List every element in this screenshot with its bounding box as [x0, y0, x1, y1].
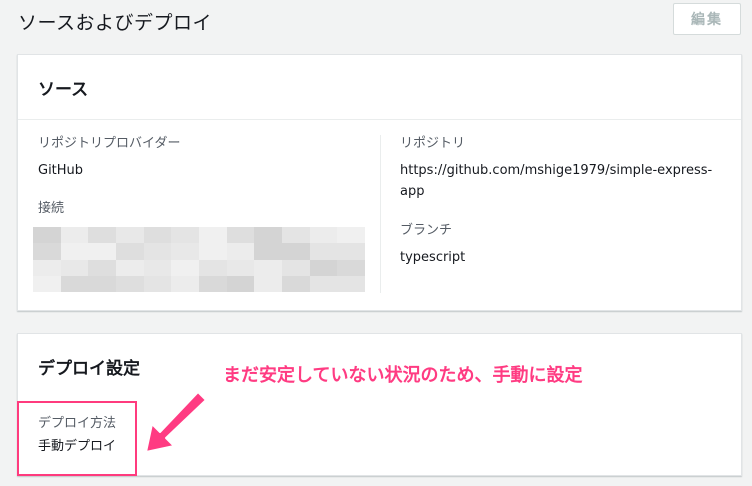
mosaic-cell	[143, 227, 172, 244]
deploy-method-label: デプロイ方法	[38, 416, 117, 431]
mosaic-cell	[60, 227, 89, 244]
mosaic-cell	[60, 243, 89, 260]
mosaic-cell	[171, 243, 199, 260]
mosaic-cell	[88, 243, 116, 260]
mosaic-cell	[171, 275, 199, 292]
mosaic-cell	[198, 227, 227, 244]
mosaic-cell	[337, 243, 365, 260]
source-left-column: リポジトリプロバイダー GitHub 接続	[38, 135, 378, 218]
mosaic-cell	[281, 259, 310, 276]
source-panel-title: ソース	[18, 55, 741, 120]
mosaic-cell	[143, 243, 172, 260]
mosaic-cell	[309, 275, 338, 292]
annotation-arrow-icon	[145, 391, 207, 453]
connection-value-redacted	[33, 227, 365, 292]
branch-value: typescript	[400, 250, 466, 265]
mosaic-cell	[115, 275, 144, 292]
mosaic-cell	[33, 227, 61, 244]
mosaic-cell	[226, 227, 255, 244]
mosaic-cell	[88, 227, 116, 244]
mosaic-cell	[171, 259, 199, 276]
mosaic-cell	[281, 275, 310, 292]
edit-button[interactable]: 編集	[673, 3, 741, 35]
deploy-method-field: デプロイ方法 手動デプロイ	[38, 415, 116, 457]
provider-label: リポジトリプロバイダー	[38, 136, 181, 151]
mosaic-cell	[143, 275, 172, 292]
mosaic-cell	[309, 243, 338, 260]
mosaic-cell	[143, 259, 172, 276]
provider-value: GitHub	[38, 163, 84, 178]
source-right-column: リポジトリ https://github.com/mshige1979/simp…	[400, 135, 730, 268]
mosaic-cell	[226, 275, 255, 292]
mosaic-cell	[254, 275, 282, 292]
mosaic-cell	[33, 275, 61, 292]
mosaic-cell	[198, 275, 227, 292]
mosaic-cell	[226, 259, 255, 276]
connection-label: 接続	[38, 201, 65, 216]
deploy-method-value: 手動デプロイ	[38, 439, 117, 454]
mosaic-cell	[115, 243, 144, 260]
page: ソースおよびデプロイ 編集 ソース リポジトリプロバイダー GitHub 接続 …	[0, 0, 752, 486]
mosaic-cell	[337, 259, 365, 276]
mosaic-cell	[281, 243, 310, 260]
mosaic-cell	[337, 275, 365, 292]
mosaic-cell	[115, 259, 144, 276]
mosaic-cell	[226, 243, 255, 260]
repository-label: リポジトリ	[400, 136, 466, 151]
annotation-text: まだ安定していない状況のため、手動に設定	[223, 365, 583, 386]
mosaic-cell	[88, 259, 116, 276]
mosaic-cell	[88, 275, 116, 292]
mosaic-cell	[60, 275, 89, 292]
mosaic-cell	[254, 259, 282, 276]
mosaic-cell	[33, 259, 61, 276]
mosaic-cell	[171, 227, 199, 244]
mosaic-cell	[115, 227, 144, 244]
repository-value: https://github.com/mshige1979/simple-exp…	[400, 163, 713, 199]
column-divider	[380, 135, 381, 293]
mosaic-cell	[281, 227, 310, 244]
mosaic-cell	[60, 259, 89, 276]
branch-label: ブランチ	[400, 223, 453, 238]
mosaic-cell	[309, 259, 338, 276]
source-panel: ソース リポジトリプロバイダー GitHub 接続 リポジトリ https://…	[17, 54, 742, 311]
page-title: ソースおよびデプロイ	[18, 12, 213, 34]
mosaic-cell	[33, 243, 61, 260]
mosaic-cell	[337, 227, 365, 244]
mosaic-cell	[309, 227, 338, 244]
mosaic-cell	[254, 227, 282, 244]
mosaic-cell	[198, 243, 227, 260]
mosaic-cell	[254, 243, 282, 260]
mosaic-cell	[198, 259, 227, 276]
